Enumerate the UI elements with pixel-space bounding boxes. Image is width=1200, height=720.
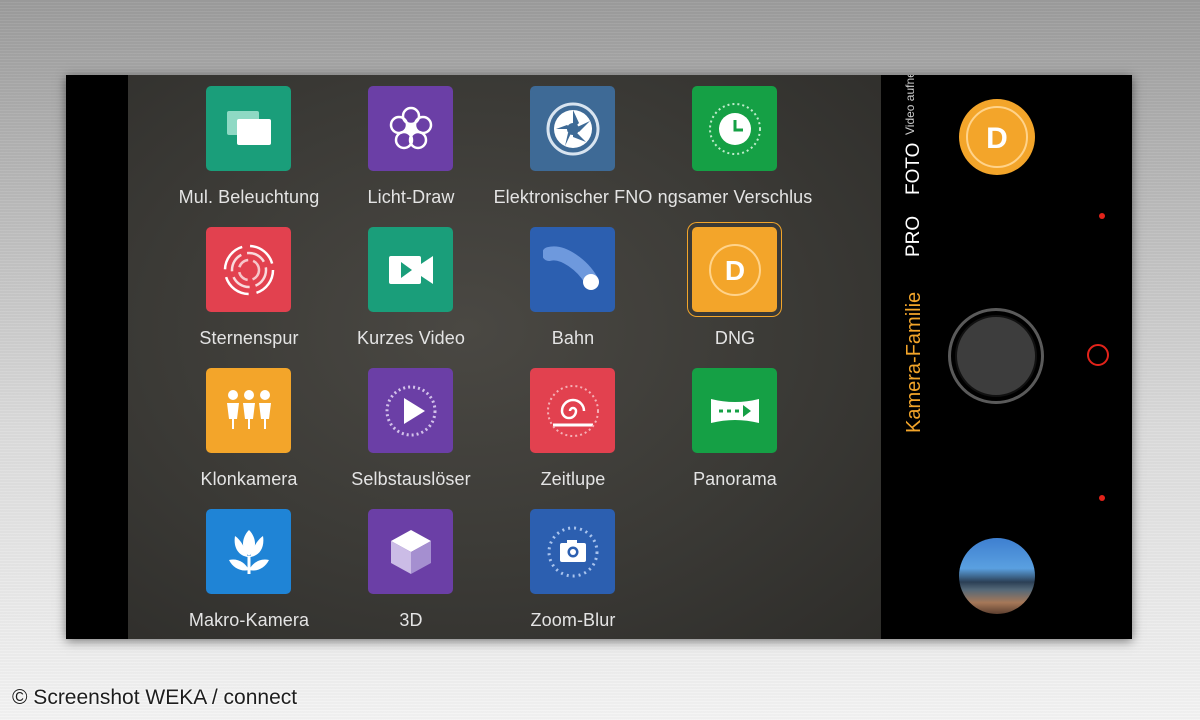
tulip-icon — [206, 509, 291, 594]
app-zoom-blur[interactable]: Zoom-Blur — [492, 498, 654, 639]
snail-icon — [530, 368, 615, 453]
camera-screen: Mul. Beleuchtung Licht-Draw Elektronisch… — [66, 75, 1132, 639]
app-langsamer-verschluss[interactable]: ngsamer Verschlus — [654, 75, 816, 216]
app-makro-kamera[interactable]: Makro-Kamera — [168, 498, 330, 639]
clock-icon — [692, 86, 777, 171]
app-label: DNG — [714, 328, 756, 348]
app-bahn[interactable]: Bahn — [492, 216, 654, 357]
aperture-icon — [530, 86, 615, 171]
app-label: Zoom-Blur — [530, 610, 616, 630]
copyright-notice: © Screenshot WEKA / connect — [12, 686, 298, 709]
camera-burst-icon — [530, 509, 615, 594]
mode-switcher: Video aufnehmen FOTO PRO Kamera-Familie — [903, 75, 933, 639]
cube-icon — [368, 509, 453, 594]
app-mul-beleuchtung[interactable]: Mul. Beleuchtung — [168, 75, 330, 216]
app-klonkamera[interactable]: Klonkamera — [168, 357, 330, 498]
shutter-button[interactable] — [948, 308, 1044, 404]
shutter-inner — [955, 315, 1037, 397]
mode-pro[interactable]: PRO — [903, 216, 925, 257]
mode-foto[interactable]: FOTO — [903, 143, 925, 195]
windows-icon — [206, 86, 291, 171]
app-label: ngsamer Verschlus — [657, 187, 813, 207]
indicator-dot — [1099, 213, 1105, 219]
app-licht-draw[interactable]: Licht-Draw — [330, 75, 492, 216]
video-camera-icon — [368, 227, 453, 312]
panorama-icon — [692, 368, 777, 453]
mode-video[interactable]: Video aufnehmen — [903, 75, 917, 135]
app-zeitlupe[interactable]: Zeitlupe — [492, 357, 654, 498]
comet-icon — [530, 227, 615, 312]
app-sternenspur[interactable]: Sternenspur — [168, 216, 330, 357]
gallery-thumbnail[interactable] — [959, 538, 1035, 614]
app-selbstausloeser[interactable]: Selbstauslöser — [330, 357, 492, 498]
indicator-dot — [1099, 495, 1105, 501]
people-icon — [206, 368, 291, 453]
app-dng[interactable]: D DNG — [654, 216, 816, 357]
app-label: Panorama — [693, 469, 777, 489]
svg-text:D: D — [724, 255, 744, 286]
play-timer-icon — [368, 368, 453, 453]
app-panorama[interactable]: Panorama — [654, 357, 816, 498]
flower-icon — [368, 86, 453, 171]
camera-control-bar: Video aufnehmen FOTO PRO Kamera-Familie … — [881, 75, 1132, 639]
svg-text:D: D — [986, 122, 1008, 155]
app-elektronischer-fno[interactable]: Elektronischer FNO — [492, 75, 654, 216]
app-kurzes-video[interactable]: Kurzes Video — [330, 216, 492, 357]
mode-kamera-familie[interactable]: Kamera-Familie — [903, 292, 926, 433]
record-icon[interactable] — [1087, 344, 1109, 366]
current-mode-badge-icon[interactable]: D — [959, 99, 1035, 175]
app-3d[interactable]: 3D — [330, 498, 492, 639]
dng-icon: D — [692, 227, 777, 312]
camera-family-grid: Mul. Beleuchtung Licht-Draw Elektronisch… — [128, 75, 881, 639]
star-trail-icon — [206, 227, 291, 312]
